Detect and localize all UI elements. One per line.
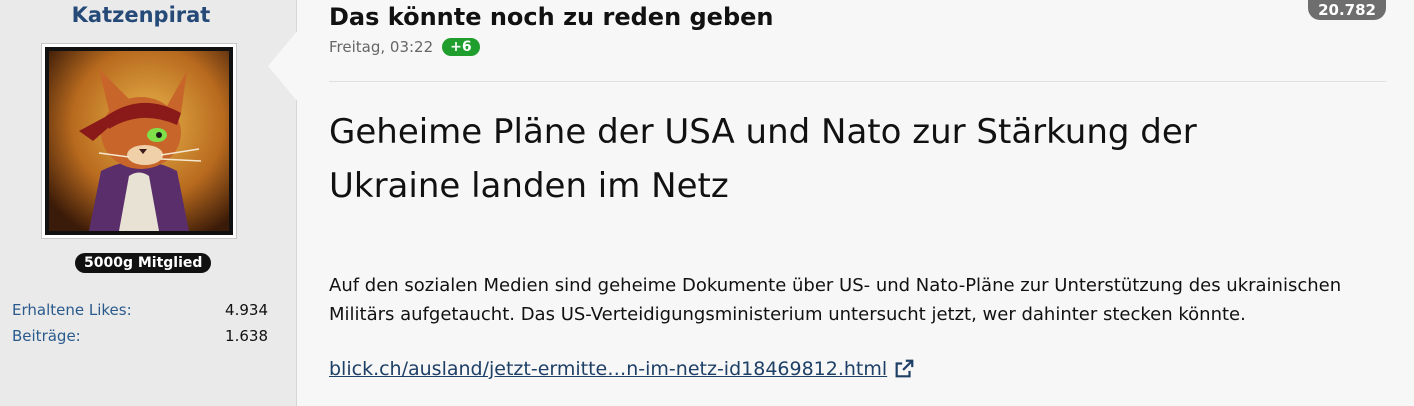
post-meta: Freitag, 03:22 +6 <box>329 38 480 56</box>
user-rank-badge: 5000g Mitglied <box>75 253 212 273</box>
stat-value: 1.638 <box>225 327 268 345</box>
stat-posts: Beiträge: 1.638 <box>12 325 268 351</box>
external-link-icon[interactable] <box>893 358 915 380</box>
post-timestamp[interactable]: Freitag, 03:22 <box>329 38 433 56</box>
reaction-score-badge[interactable]: +6 <box>442 38 480 56</box>
views-count-badge: 20.782 <box>1308 0 1386 20</box>
header-divider <box>329 81 1386 82</box>
stat-value: 4.934 <box>225 301 268 319</box>
avatar-image[interactable] <box>45 47 233 235</box>
thread-title[interactable]: Das könnte noch zu reden geben <box>329 3 774 31</box>
article-link[interactable]: blick.ch/ausland/jetzt-ermitte…n-im-netz… <box>329 358 887 380</box>
avatar[interactable] <box>41 43 237 239</box>
stat-label[interactable]: Beiträge: <box>12 325 81 351</box>
stat-label[interactable]: Erhaltene Likes: <box>12 299 132 325</box>
username-link[interactable]: Katzenpirat <box>0 3 282 27</box>
user-sidebar: Katzenpirat 5000g Mitglied Erhaltene Lik… <box>0 0 298 406</box>
post-header: Das könnte noch zu reden geben <box>329 3 774 31</box>
article-headline: Geheime Pläne der USA und Nato zur Stärk… <box>329 112 1197 206</box>
user-stats: Erhaltene Likes: 4.934 Beiträge: 1.638 <box>12 299 268 351</box>
sidebar-pointer <box>268 30 298 102</box>
post-body: Auf den sozialen Medien sind geheime Dok… <box>329 275 1342 325</box>
cat-pirate-avatar-icon <box>49 51 229 231</box>
stat-likes: Erhaltene Likes: 4.934 <box>12 299 268 325</box>
article-link-row: blick.ch/ausland/jetzt-ermitte…n-im-netz… <box>329 358 915 380</box>
